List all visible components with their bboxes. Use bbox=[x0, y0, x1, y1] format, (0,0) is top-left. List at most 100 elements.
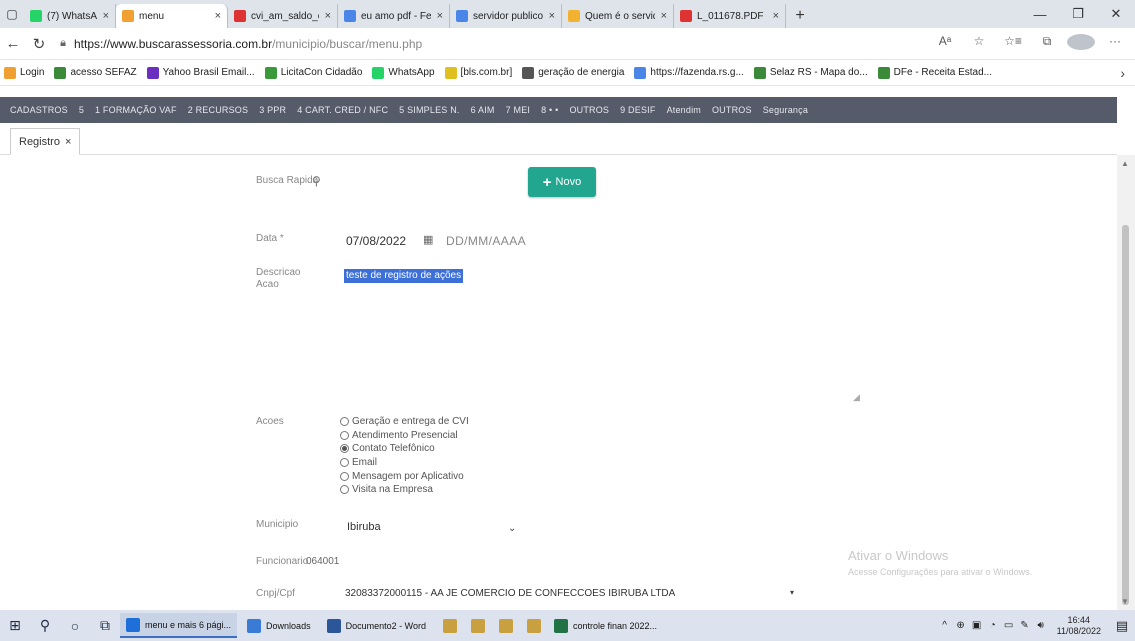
acao-option[interactable]: Atendimento Presencial bbox=[340, 429, 469, 443]
acao-option[interactable]: Geração e entrega de CVI bbox=[340, 415, 469, 429]
app-menu-item[interactable]: OUTROS bbox=[712, 105, 752, 115]
tray-pen-icon[interactable]: ✎ bbox=[1017, 620, 1033, 631]
novo-button[interactable]: + Novo bbox=[528, 167, 596, 197]
profile-icon[interactable] bbox=[1067, 34, 1095, 53]
tab-close-icon[interactable]: × bbox=[437, 10, 443, 22]
scroll-down-icon[interactable]: ▼ bbox=[1121, 597, 1129, 606]
app-menu-item[interactable]: Atendim bbox=[667, 105, 701, 115]
taskbar-pinned-app[interactable] bbox=[436, 618, 464, 633]
bookmark-item[interactable]: acesso SEFAZ bbox=[54, 66, 137, 79]
app-menu-item[interactable]: 5 SIMPLES N. bbox=[399, 105, 459, 115]
acao-option[interactable]: Visita na Empresa bbox=[340, 483, 469, 497]
page-scrollbar[interactable]: ▲ ▼ bbox=[1117, 155, 1135, 610]
calendar-icon[interactable]: ▦ bbox=[423, 233, 433, 246]
cnpj-chevron-icon[interactable]: ▾ bbox=[790, 588, 794, 597]
app-menu-item[interactable]: CADASTROS bbox=[10, 105, 68, 115]
browser-tab[interactable]: Quem é o servid × bbox=[562, 4, 674, 28]
textarea-resize-handle[interactable]: ◢ bbox=[853, 392, 860, 403]
scroll-up-icon[interactable]: ▲ bbox=[1121, 159, 1129, 168]
taskbar-pinned-app[interactable] bbox=[464, 618, 492, 633]
task-view-icon[interactable]: ⧉ bbox=[90, 617, 120, 634]
bookmark-item[interactable]: LicitaCon Cidadão bbox=[264, 66, 362, 79]
bookmark-item[interactable]: WhatsApp bbox=[372, 66, 435, 79]
taskbar-pinned-app[interactable] bbox=[492, 618, 520, 633]
municipio-select[interactable]: Ibiruba bbox=[347, 521, 381, 533]
tray-app-icon[interactable]: ▣ bbox=[969, 620, 985, 631]
tab-close-icon[interactable]: × bbox=[773, 10, 779, 22]
app-menu-item[interactable]: Segurança bbox=[763, 105, 808, 115]
browser-tab[interactable]: (7) WhatsApp × bbox=[24, 4, 116, 28]
app-menu-item[interactable]: 1 FORMAÇÃO VAF bbox=[95, 105, 177, 115]
start-icon[interactable]: ⊞ bbox=[0, 617, 30, 634]
close-window-icon[interactable]: ✕ bbox=[1097, 0, 1135, 28]
radio-button[interactable] bbox=[340, 444, 349, 454]
app-menu-item[interactable]: 5 bbox=[79, 105, 84, 115]
back-icon[interactable]: ← bbox=[0, 35, 26, 52]
tray-battery-icon[interactable]: ▭ bbox=[1001, 620, 1017, 631]
cnpj-select[interactable]: 32083372000115 - AA JE COMERCIO DE CONFE… bbox=[345, 588, 675, 599]
bookmark-item[interactable]: Yahoo Brasil Email... bbox=[146, 66, 255, 79]
radio-button[interactable] bbox=[340, 417, 349, 427]
taskbar-excel[interactable]: controle finan 2022... bbox=[548, 613, 663, 638]
browser-tab[interactable]: cvi_am_saldo_cc × bbox=[228, 4, 338, 28]
bookmark-item[interactable]: Login bbox=[4, 66, 44, 79]
taskbar-app[interactable]: Downloads bbox=[241, 613, 317, 638]
chevron-down-icon[interactable]: ⌄ bbox=[508, 523, 516, 534]
close-tab-icon[interactable]: × bbox=[65, 136, 71, 148]
acao-option[interactable]: Email bbox=[340, 456, 469, 470]
tab-close-icon[interactable]: × bbox=[549, 10, 555, 22]
new-tab-button[interactable]: + bbox=[786, 4, 814, 28]
minimize-icon[interactable]: — bbox=[1021, 0, 1059, 28]
tray-location-icon[interactable]: ⊕ bbox=[953, 620, 969, 631]
app-menu-item[interactable]: 9 DESIF bbox=[620, 105, 655, 115]
taskbar-search-icon[interactable]: ⚲ bbox=[30, 617, 60, 634]
search-icon[interactable]: ⚲ bbox=[312, 174, 321, 188]
busca-rapida-label[interactable]: Busca Rapida bbox=[256, 175, 318, 186]
app-menu-item[interactable]: 3 PPR bbox=[259, 105, 286, 115]
scrollbar-thumb[interactable] bbox=[1122, 225, 1129, 605]
read-aloud-icon[interactable]: Aᵃ bbox=[931, 34, 959, 53]
descricao-textarea[interactable] bbox=[340, 264, 864, 402]
bookmark-item[interactable]: Selaz RS - Mapa do... bbox=[753, 66, 868, 79]
favorites-list-icon[interactable]: ☆≡ bbox=[999, 34, 1027, 53]
bookmark-item[interactable]: DFe - Receita Estad... bbox=[877, 66, 992, 79]
radio-button[interactable] bbox=[340, 458, 349, 468]
restore-icon[interactable]: ❐ bbox=[1059, 0, 1097, 28]
app-menu-item[interactable]: 6 AIM bbox=[471, 105, 495, 115]
refresh-icon[interactable]: ↻ bbox=[26, 35, 52, 53]
browser-tab[interactable]: menu × bbox=[116, 4, 228, 28]
window-menu-icon[interactable]: ▢ bbox=[0, 0, 24, 28]
browser-tab[interactable]: L_011678.PDF × bbox=[674, 4, 786, 28]
acao-option[interactable]: Mensagem por Aplicativo bbox=[340, 469, 469, 483]
browser-tab[interactable]: servidor publico × bbox=[450, 4, 562, 28]
taskbar-pinned-app[interactable] bbox=[520, 618, 548, 633]
app-menu-item[interactable]: 7 MEI bbox=[506, 105, 531, 115]
radio-button[interactable] bbox=[340, 430, 349, 440]
lock-icon[interactable]: 🔒︎ bbox=[52, 37, 74, 50]
app-menu-item[interactable]: 8 • • bbox=[541, 105, 558, 115]
favorite-icon[interactable]: ☆ bbox=[965, 34, 993, 53]
data-input[interactable]: 07/08/2022 bbox=[346, 234, 406, 248]
taskbar-app[interactable]: menu e mais 6 pági... bbox=[120, 613, 238, 638]
tray-network-icon[interactable]: ◔ bbox=[985, 620, 1001, 631]
bookmark-item[interactable]: geração de energia bbox=[522, 66, 624, 79]
tab-close-icon[interactable]: × bbox=[661, 10, 667, 22]
tab-close-icon[interactable]: × bbox=[325, 10, 331, 22]
more-options-icon[interactable]: ··· bbox=[1101, 34, 1129, 53]
app-menu-item[interactable]: OUTROS bbox=[569, 105, 609, 115]
taskbar-clock[interactable]: 16:44 11/08/2022 bbox=[1057, 615, 1101, 637]
collections-icon[interactable]: ⧉ bbox=[1033, 34, 1061, 53]
url-field[interactable]: https://www.buscarassessoria.com.br/muni… bbox=[74, 37, 931, 51]
tab-close-icon[interactable]: × bbox=[103, 10, 109, 22]
bookmark-item[interactable]: [bls.com.br] bbox=[444, 66, 512, 79]
tab-registro[interactable]: Registro × bbox=[10, 128, 81, 155]
browser-tab[interactable]: eu amo pdf - Fe × bbox=[338, 4, 450, 28]
tray-chevron-icon[interactable]: ^ bbox=[937, 620, 953, 631]
tab-close-icon[interactable]: × bbox=[215, 10, 221, 22]
cortana-icon[interactable]: ○ bbox=[60, 618, 90, 634]
acao-option[interactable]: Contato Telefônico bbox=[340, 442, 469, 456]
notifications-icon[interactable]: ▤ bbox=[1109, 618, 1135, 634]
taskbar-app[interactable]: Documento2 - Word bbox=[321, 613, 432, 638]
app-menu-item[interactable]: 4 CART. CRED / NFC bbox=[297, 105, 388, 115]
radio-button[interactable] bbox=[340, 485, 349, 495]
